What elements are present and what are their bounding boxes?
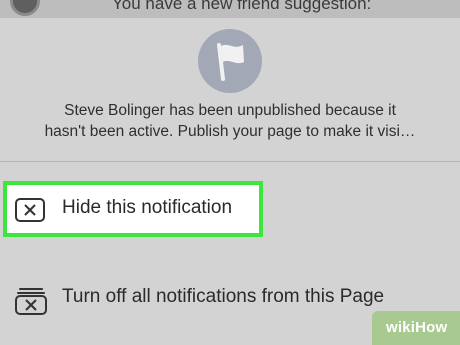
background-notification-text: You have a new friend suggestion: (112, 0, 372, 13)
notification-options-sheet: Steve Bolinger has been unpublished beca… (0, 18, 460, 345)
message-line: hasn't been active. Publish your page to… (44, 123, 416, 140)
unpublished-message: Steve Bolinger has been unpublished beca… (0, 100, 460, 142)
wikihow-watermark: wikiHow (372, 311, 460, 345)
avatar (10, 0, 40, 16)
screen: You have a new friend suggestion: Steve … (0, 0, 460, 345)
turn-off-notifications-label: Turn off all notifications from this Pag… (62, 286, 385, 307)
flag-icon (217, 43, 244, 81)
close-box-icon (15, 198, 45, 222)
message-line: Steve Bolinger has been unpublished beca… (64, 102, 396, 119)
page-icon-circle (198, 29, 262, 93)
divider (0, 161, 460, 162)
watermark-text: wikiHow (386, 319, 448, 336)
hide-notification-option[interactable]: Hide this notification (0, 181, 460, 237)
hide-notification-label: Hide this notification (62, 197, 233, 218)
stacked-close-icon (15, 288, 47, 315)
